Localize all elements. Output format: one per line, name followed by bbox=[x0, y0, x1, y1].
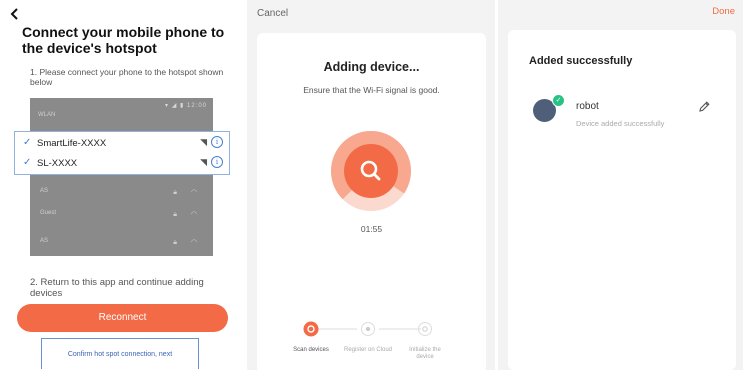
checkmark-icon: ✓ bbox=[23, 137, 32, 148]
network-name: Guest bbox=[40, 210, 57, 216]
countdown-timer: 01:55 bbox=[360, 224, 383, 234]
success-check-icon: ✓ bbox=[552, 94, 565, 107]
device-status: Device added successfully bbox=[576, 119, 665, 128]
step-1-instruction: 1. Please connect your phone to the hots… bbox=[30, 67, 224, 87]
network-row: AS 🔒︎ ◠ bbox=[30, 236, 213, 250]
lock-wifi-icon: 🔒︎ ◠ bbox=[173, 189, 203, 196]
step-label-register: Register on Cloud bbox=[343, 347, 393, 353]
info-icon[interactable]: i bbox=[211, 136, 223, 148]
phone-status-bar: ▾ ◢ ▮ 12:00 bbox=[165, 103, 207, 109]
hotspot-name: SmartLife-XXXX bbox=[37, 138, 107, 149]
network-name: AS bbox=[40, 188, 49, 194]
back-arrow-icon[interactable] bbox=[9, 7, 21, 21]
wifi-icon: ◥ bbox=[200, 137, 207, 147]
step-dot-register bbox=[361, 322, 375, 336]
hotspot-list: ✓ SmartLife-XXXX ◥ i ✓ SL-XXXX ◥ i bbox=[14, 131, 230, 175]
cancel-button[interactable]: Cancel bbox=[257, 8, 288, 19]
info-icon[interactable]: i bbox=[211, 156, 223, 168]
step-label-scan: Scan devices bbox=[293, 347, 329, 353]
step-label-initialize: Initialize the device bbox=[409, 347, 441, 360]
reconnect-button[interactable]: Reconnect bbox=[17, 304, 228, 332]
hotspot-item-sl[interactable]: ✓ SL-XXXX ◥ i bbox=[15, 153, 229, 173]
success-title: Added successfully bbox=[529, 55, 633, 67]
adding-card: Adding device... Ensure that the Wi-Fi s… bbox=[257, 33, 486, 370]
lock-wifi-icon: 🔒︎ ◠ bbox=[173, 211, 203, 218]
checkmark-icon: ✓ bbox=[23, 157, 32, 168]
added-success-screen: Done Added successfully ✓ robot Device a… bbox=[498, 0, 743, 370]
connect-hotspot-screen: Connect your mobile phone to the device'… bbox=[0, 0, 240, 370]
hotspot-item-smartlife[interactable]: ✓ SmartLife-XXXX ◥ i bbox=[15, 133, 229, 153]
confirm-hotspot-button[interactable]: Confirm hot spot connection, next bbox=[41, 338, 199, 369]
network-row: AS 🔒︎ ◠ bbox=[30, 186, 213, 200]
success-card: Added successfully ✓ robot Device added … bbox=[508, 30, 736, 370]
adding-subtitle: Ensure that the Wi-Fi signal is good. bbox=[303, 85, 440, 95]
lock-wifi-icon: 🔒︎ ◠ bbox=[173, 239, 203, 246]
phone-wifi-settings-illustration: ▾ ◢ ▮ 12:00 WLAN AS 🔒︎ ◠ Guest 🔒︎ ◠ AS 🔒… bbox=[30, 98, 213, 256]
step-progress-track bbox=[303, 321, 432, 337]
wifi-icon: ◥ bbox=[200, 157, 207, 167]
phone-wlan-label: WLAN bbox=[38, 112, 56, 118]
hotspot-name: SL-XXXX bbox=[37, 158, 78, 169]
page-title: Connect your mobile phone to the device'… bbox=[22, 24, 225, 56]
step-dot-scan bbox=[303, 321, 319, 337]
progress-ring bbox=[331, 130, 412, 211]
progress-ring-center bbox=[344, 144, 398, 198]
edit-pencil-icon[interactable] bbox=[698, 100, 711, 113]
step-2-instruction: 2. Return to this app and continue addin… bbox=[30, 277, 204, 299]
device-name: robot bbox=[576, 101, 599, 112]
adding-title: Adding device... bbox=[323, 60, 420, 74]
adding-device-screen: Cancel Adding device... Ensure that the … bbox=[247, 0, 495, 370]
network-name: AS bbox=[40, 238, 49, 244]
done-button[interactable]: Done bbox=[712, 6, 735, 17]
network-row: Guest 🔒︎ ◠ bbox=[30, 208, 213, 222]
